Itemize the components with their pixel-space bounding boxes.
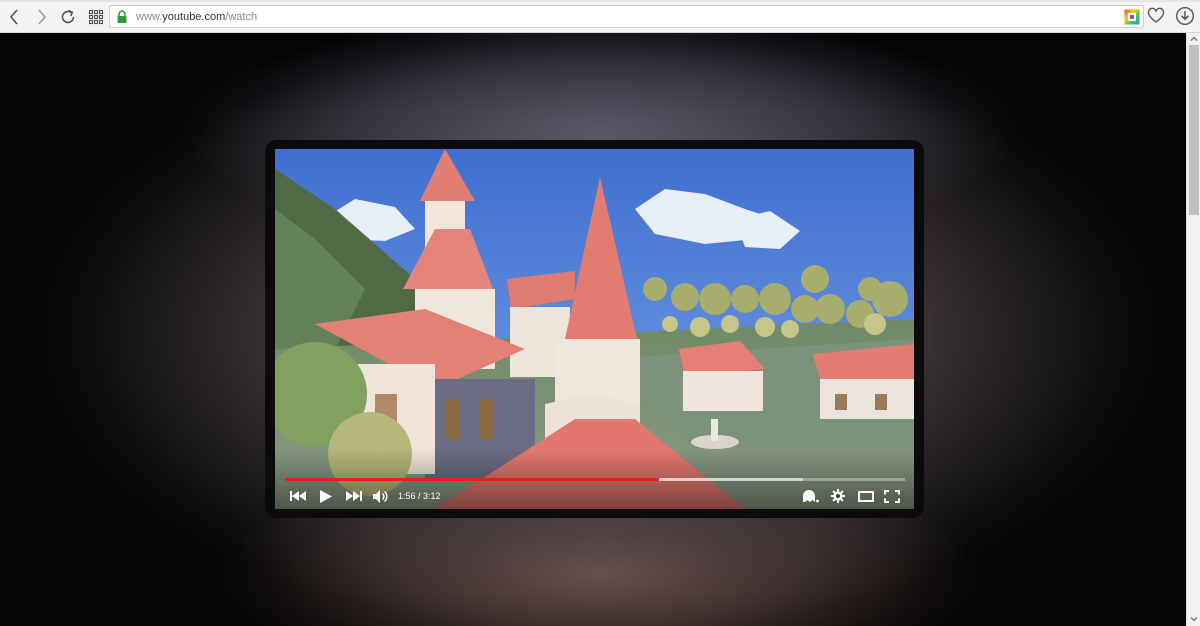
settings-button[interactable] <box>830 488 846 504</box>
lock-icon <box>117 10 127 23</box>
play-button[interactable] <box>319 488 333 504</box>
back-button[interactable] <box>4 7 24 27</box>
progress-bar[interactable] <box>285 478 905 481</box>
volume-button[interactable] <box>372 488 390 504</box>
forward-arrow-icon <box>38 9 47 25</box>
next-button[interactable] <box>345 488 363 504</box>
page-scrollbar[interactable] <box>1186 33 1200 626</box>
url-text[interactable]: www.youtube.com/watch <box>136 10 257 24</box>
url-path: /watch <box>225 11 258 23</box>
heart-icon <box>1147 7 1165 23</box>
favorite-button[interactable] <box>1147 7 1165 25</box>
time-display: 1:56 / 3:12 <box>398 491 441 501</box>
scrollbar-thumb[interactable] <box>1189 45 1199 215</box>
video-player[interactable]: 1:56 / 3:12 <box>265 140 924 518</box>
address-bar[interactable]: www.youtube.com/watch <box>109 5 1144 28</box>
fullscreen-icon <box>884 489 900 503</box>
browser-toolbar: www.youtube.com/watch <box>0 0 1200 33</box>
previous-button[interactable] <box>289 488 307 504</box>
tab-strip <box>0 0 1200 2</box>
reload-icon <box>61 9 75 24</box>
page-viewport: 1:56 / 3:12 <box>0 33 1186 626</box>
theater-mode-button[interactable] <box>857 488 875 504</box>
apps-grid-icon <box>88 9 104 25</box>
apps-button[interactable] <box>86 7 106 27</box>
back-arrow-icon <box>9 9 18 25</box>
volume-icon <box>373 489 388 503</box>
video-surface[interactable]: 1:56 / 3:12 <box>275 149 914 509</box>
progress-played <box>285 478 660 481</box>
play-icon <box>320 489 332 503</box>
next-icon <box>346 491 362 501</box>
download-icon <box>1175 6 1195 26</box>
fullscreen-button[interactable] <box>883 488 901 504</box>
scroll-up-arrow-icon[interactable] <box>1189 34 1199 44</box>
gear-icon <box>831 489 845 503</box>
url-host: youtube.com <box>162 11 226 23</box>
download-button[interactable] <box>1175 6 1195 26</box>
reload-button[interactable] <box>58 7 78 27</box>
url-prefix: www. <box>136 11 163 23</box>
annotations-button[interactable] <box>802 488 820 504</box>
snapshot-extension-icon[interactable] <box>1124 9 1140 25</box>
theater-mode-icon <box>858 490 874 502</box>
previous-icon <box>290 491 306 501</box>
forward-button[interactable] <box>32 7 52 27</box>
scroll-down-arrow-icon[interactable] <box>1189 614 1199 624</box>
annotation-icon <box>803 489 819 502</box>
